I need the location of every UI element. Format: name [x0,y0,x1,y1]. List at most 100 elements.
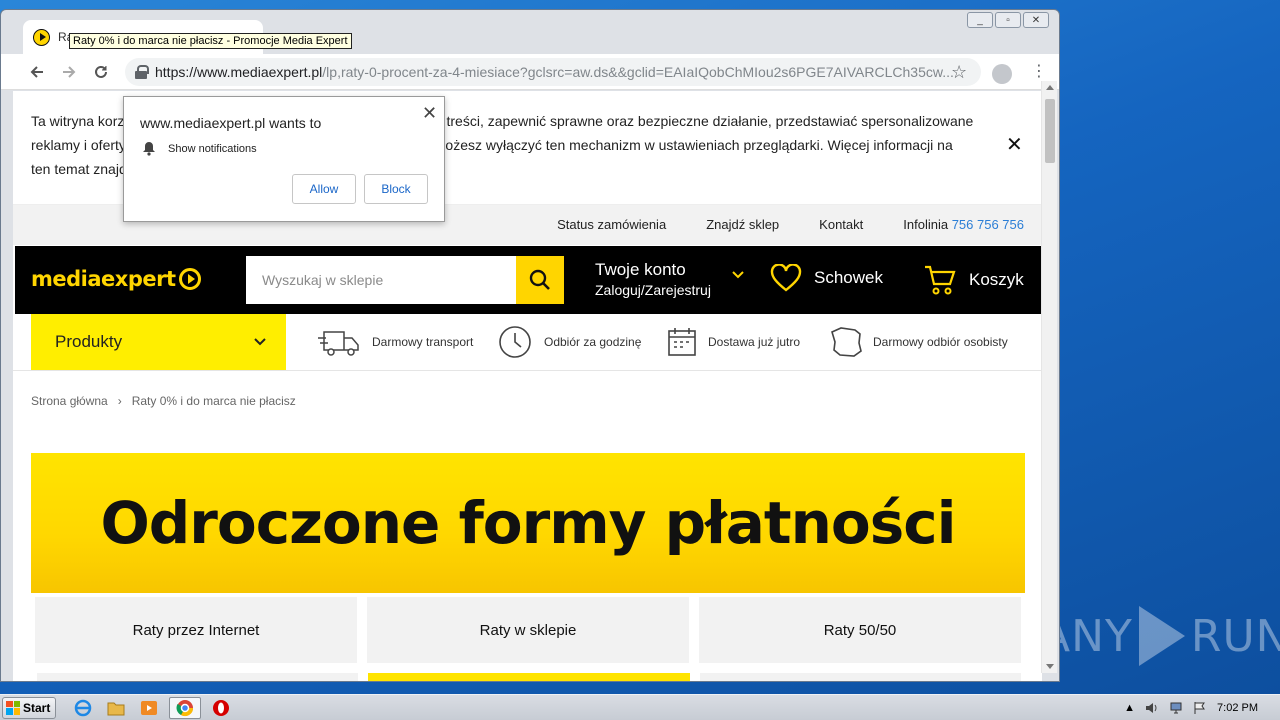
opera-icon [213,699,229,716]
products-label: Produkty [55,332,123,351]
search-button[interactable] [516,256,564,304]
lock-icon [135,65,149,79]
find-store-link[interactable]: Znajdź sklep [706,217,779,232]
cart-label: Koszyk [969,270,1024,289]
tab-raty-internet[interactable]: Raty przez Internet [35,597,357,663]
tab-raty-sklep[interactable]: Raty w sklepie [367,597,689,663]
tab-raty-50-50[interactable]: Raty 50/50 [699,597,1021,663]
feature-free-pickup[interactable]: Darmowy odbiór osobisty [829,314,1008,370]
anyrun-watermark: ANY RUN [1040,606,1280,666]
search-input[interactable] [246,256,516,304]
volume-icon[interactable] [1145,701,1159,715]
wishlist-label: Schowek [814,268,883,287]
account-title: Twoje konto [595,260,686,279]
folder-icon [107,702,125,715]
permission-row: Show notifications [142,141,257,156]
allow-button[interactable]: Allow [292,174,356,204]
taskbar-media-icon[interactable] [136,697,162,719]
reload-button[interactable] [85,58,117,86]
promo-banner: Odroczone formy płatności [31,453,1025,593]
browser-toolbar: https://www.mediaexpert.pl/lp,raty-0-pro… [1,54,1059,90]
search-icon [529,269,550,290]
banner-title: Odroczone formy płatności [100,489,956,557]
scroll-thumb[interactable] [1045,99,1055,163]
chevron-down-icon[interactable] [731,270,745,280]
breadcrumb-current: Raty 0% i do marca nie płacisz [131,394,296,408]
tab-indicator-active [368,673,690,681]
popup-close-icon[interactable]: ✕ [422,103,437,124]
forward-button[interactable] [53,58,85,86]
account-sub: Zaloguj/Zarejestruj [595,282,711,298]
feature-label: Darmowy transport [372,335,474,349]
reload-icon [95,65,107,78]
taskbar-ie-icon[interactable] [70,697,96,719]
infoline[interactable]: Infolinia 756 756 756 [903,217,1024,232]
heart-icon [770,264,802,292]
taskbar-explorer-icon[interactable] [103,697,129,719]
profile-avatar-icon[interactable] [992,64,1012,84]
chrome-icon [176,699,194,716]
breadcrumb-home[interactable]: Strona główna [31,394,108,408]
restore-button[interactable]: ▫ [995,12,1021,28]
feature-label: Dostawa już jutro [708,335,801,349]
menu-kebab-icon[interactable]: ⋮ [1031,62,1047,82]
chevron-down-icon [254,338,266,346]
tab-indicator [37,673,359,681]
site-header: mediaexpert Twoje konto Zaloguj/Zarejest… [15,246,1042,314]
taskbar-opera-icon[interactable] [208,697,234,719]
back-button[interactable] [21,58,53,86]
feature-pickup-hour[interactable]: Odbiór za godzinę [496,314,641,370]
network-icon[interactable] [1169,701,1183,715]
order-status-link[interactable]: Status zamówienia [557,217,666,232]
infoline-number: 756 756 756 [951,217,1024,232]
feature-free-transport[interactable]: Darmowy transport [318,314,473,370]
cookie-close-icon[interactable]: ✕ [1006,132,1023,157]
tab-indicator-row [37,673,1021,681]
cart-link[interactable]: Koszyk [923,264,1024,296]
calendar-icon [668,328,696,356]
start-button[interactable]: Start [2,696,56,719]
infoline-label: Infolinia [903,217,949,232]
cart-icon [925,265,956,295]
system-tray: ▲ 7:02 PM [1124,695,1280,720]
watermark-right: RUN [1190,610,1280,662]
close-window-button[interactable]: ✕ [1023,12,1049,28]
media-player-icon [141,700,157,715]
contact-link[interactable]: Kontakt [819,217,863,232]
url-path: /lp,raty-0-procent-za-4-miesiace?gclsrc=… [322,64,954,80]
page-scrollbar[interactable] [1041,81,1057,673]
scroll-up-icon[interactable] [1046,85,1054,90]
mediaexpert-logo[interactable]: mediaexpert [31,267,202,291]
products-menu-button[interactable]: Produkty [31,314,286,370]
category-bar: Produkty Darmowy transport Odbiór za god… [13,314,1042,371]
window-controls: _ ▫ ✕ [967,12,1049,28]
feature-label: Darmowy odbiór osobisty [873,335,1008,349]
bookmark-star-icon[interactable]: ☆ [951,62,967,83]
tab-tooltip: Raty 0% i do marca nie płacisz - Promocj… [69,33,352,49]
block-button[interactable]: Block [364,174,428,204]
taskbar-chrome-icon[interactable] [169,696,201,719]
account-menu[interactable]: Twoje konto Zaloguj/Zarejestruj [595,260,711,298]
tab-indicator [699,673,1021,681]
mediaexpert-favicon-icon [33,28,50,46]
scroll-down-icon[interactable] [1046,664,1054,669]
browser-window: Ra _ ▫ ✕ https://www.mediaexpert.pl/lp,r… [0,9,1060,682]
url-text: https://www.mediaexpert.pl/lp,raty-0-pro… [155,64,954,80]
action-center-flag-icon[interactable] [1193,701,1207,715]
permission-question: www.mediaexpert.pl wants to [140,115,322,131]
taskbar: Start ▲ 7:02 PM [0,694,1280,720]
clock-icon [499,326,531,358]
minimize-button[interactable]: _ [967,12,993,28]
ie-icon [74,699,92,716]
play-icon [1138,606,1185,666]
feature-delivery-tomorrow[interactable]: Dostawa już jutro [666,314,800,370]
feature-label: Odbiór za godzinę [544,335,642,349]
address-bar[interactable]: https://www.mediaexpert.pl/lp,raty-0-pro… [125,58,981,86]
permission-label: Show notifications [168,142,257,155]
start-label: Start [23,700,51,715]
windows-logo-icon [6,700,20,715]
tray-expand-icon[interactable]: ▲ [1124,702,1135,714]
wishlist-link[interactable]: Schowek [770,264,883,292]
breadcrumb: Strona główna › Raty 0% i do marca nie p… [31,394,296,408]
clock[interactable]: 7:02 PM [1217,702,1258,714]
